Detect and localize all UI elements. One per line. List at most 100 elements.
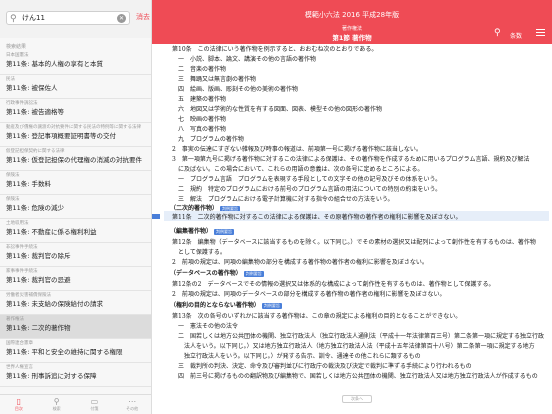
content-header: 著作権法 第1節 著作物 ⚲ 条数	[152, 22, 552, 44]
list-item-law: 行政事件訴訟法	[6, 101, 38, 106]
list-item-law: 仮登記担保契約に関する法律	[6, 149, 65, 154]
list-item-law: 家事事件手続法	[6, 269, 38, 274]
tab-label: 付箋	[90, 406, 99, 411]
list-item-law: 世界人権宣言	[6, 365, 33, 370]
list-item-section: 第11条: 被告適格等	[6, 108, 65, 116]
list-item[interactable]: 日本国憲法 第11条: 基本的人権の享有と本質	[0, 51, 151, 75]
app-title: 模範小六法 2016 平成28年版	[304, 11, 400, 19]
tab-label: その他	[126, 406, 139, 411]
list-item-section: 第11条: 手数料	[6, 180, 52, 188]
article-content: 第10条 この法律にいう著作物を例示すると、おおむね次のとおりである。 一 小説…	[152, 44, 552, 414]
search-icon[interactable]: ⚲	[494, 28, 501, 38]
sidebar-header: ⚲ けん11 ✕ 消去	[0, 0, 152, 38]
article-line: 第11条 二次的著作物に対するこの法律による保護は、その原著作物の著作者の権利に…	[172, 214, 462, 221]
article-line: 三 舞踊又は無言劇の著作物	[178, 76, 257, 83]
article-line: 2 前項の規定は、同項の編集物の部分を構成する著作物の著作者の権利に影響を及ぼさ…	[172, 259, 428, 266]
list-item[interactable]: 非訟事件手続法 第11条: 裁判官の除斥	[0, 243, 151, 267]
list-item[interactable]: 保険法 第11条: 手数料	[0, 171, 151, 195]
article-heading: （データベースの著作物） 判例要旨	[170, 270, 264, 278]
list-item-selected[interactable]: 著作権法 第11条: 二次的著作物	[0, 315, 151, 339]
article-line: 二 国若しくは地方公共団体の機関、独立行政法人（独立行政法人通則法（平成十一年法…	[178, 333, 545, 340]
list-item-section: 第11条: 二次的著作物	[6, 324, 71, 332]
article-line: 四 絵画、版画、彫刻その他の美術の著作物	[178, 86, 299, 93]
article-line: 六 地図又は学術的な性質を有する図面、図表、模型その他の図形の著作物	[178, 106, 383, 113]
article-line: 第12条 編集物（データベースに該当するものを除く。以下同じ。）でその素材の選択…	[172, 239, 536, 246]
article-line: 3 第一項第九号に掲げる著作物に対するこの法律による保護は、その著作物を作成する…	[172, 156, 530, 163]
tab-bookmarks[interactable]: ▭ 付箋	[76, 395, 114, 414]
next-article-button[interactable]: 次条へ	[342, 395, 372, 403]
jo-button[interactable]: 条数	[510, 31, 522, 40]
article-line: 七 映画の著作物	[178, 116, 227, 123]
list-item-section: 第11条: 裁判官の除斥	[6, 252, 71, 260]
tab-more[interactable]: ⋯ その他	[113, 395, 151, 414]
list-item[interactable]: 民法 第11条: 被保佐人	[0, 75, 151, 99]
article-line: 第12条の2 データベースでその情報の選択又は体系的な構成によって創作性を有する…	[172, 281, 495, 288]
list-item-section: 第11条: 未支給の保険給付の請求	[6, 300, 104, 308]
search-icon: ⚲	[53, 397, 60, 406]
list-item-section: 第11条: 危険の減少	[6, 204, 65, 212]
case-summary-tag[interactable]: 判例要旨	[261, 302, 282, 309]
search-icon: ⚲	[10, 14, 17, 24]
heading-text: （データベースの著作物）	[170, 270, 242, 277]
list-item-section: 第11条: 裁判官の忌避	[6, 276, 71, 284]
more-icon: ⋯	[128, 397, 137, 406]
article-line: 2 事実の伝達にすぎない雑報及び時事の報道は、前項第一号に掲げる著作物に該当しな…	[172, 146, 422, 153]
tab-search[interactable]: ⚲ 検索	[38, 395, 76, 414]
list-item-law: 国際連合憲章	[6, 341, 33, 346]
current-article-marker	[152, 214, 160, 219]
article-line: 第13条 次の各号のいずれかに該当する著作物は、この章の規定による権利の目的とな…	[172, 313, 462, 320]
list-item-law: 労働者災害補償保険法	[6, 293, 51, 298]
list-item-law: 非訟事件手続法	[6, 245, 38, 250]
list-item[interactable]: 国際連合憲章 第11条: 平和と安全の維持に関する権限	[0, 339, 151, 363]
clear-icon[interactable]: ✕	[117, 14, 126, 23]
article-line: 八 写真の著作物	[178, 126, 227, 133]
list-item[interactable]: 行政事件訴訟法 第11条: 被告適格等	[0, 99, 151, 123]
list-item[interactable]: 労働者災害補償保険法 第11条: 未支給の保険給付の請求	[0, 291, 151, 315]
law-name: 著作権法	[341, 26, 362, 32]
list-item[interactable]: 保険法 第11条: 危険の減少	[0, 195, 151, 219]
article-line: 第10条 この法律にいう著作物を例示すると、おおむね次のとおりである。	[172, 46, 378, 53]
article-line: 一 小説、脚本、論文、講演その他の言語の著作物	[178, 56, 317, 63]
list-item[interactable]: 家事事件手続法 第11条: 裁判官の忌避	[0, 267, 151, 291]
list-item-section: 第11条: 仮登記担保の代理権の消滅の対抗要件	[6, 156, 143, 164]
article-line: 二 規約 特定のプログラムにおける前号のプログラム言語の用法についての特別の約束…	[178, 186, 442, 193]
article-line: 五 建築の著作物	[178, 96, 227, 103]
article-line: 四 前三号に掲げるものの翻訳物及び編集物で、国若しくは地方公共団体の機関、独立行…	[178, 373, 538, 380]
list-item-law: 著作権法	[6, 317, 24, 322]
tab-bar: ▯ 目次 ⚲ 検索 ▭ 付箋 ⋯ その他	[0, 394, 152, 414]
list-item-law: 土地収用法	[6, 221, 29, 226]
heading-text: （権利の目的とならない著作物）	[170, 302, 260, 309]
case-summary-tag[interactable]: 判例要旨	[214, 228, 235, 235]
article-heading: （編集著作物） 判例要旨	[170, 228, 235, 236]
search-results-list: 検索結果 日本国憲法 第11条: 基本的人権の享有と本質 民法 第11条: 被保…	[0, 38, 152, 394]
article-line: 一 憲法その他の法令	[178, 323, 239, 330]
article-line: 2 前項の規定は、同項のデータベースの部分を構成する著作物の著作者の権利に影響を…	[172, 291, 446, 298]
cancel-button[interactable]: 消去	[136, 12, 150, 22]
list-item[interactable]: 仮登記担保契約に関する法律 第11条: 仮登記担保の代理権の消滅の対抗要件	[0, 147, 151, 171]
list-item-law: 保険法	[6, 197, 20, 202]
list-item-law: 日本国憲法	[6, 53, 29, 58]
list-item[interactable]: 動産及び債権の譲渡の対抗要件に関する民法の特例等に関する法律 第11条: 登記事…	[0, 123, 151, 147]
search-input[interactable]: ⚲ けん11 ✕	[6, 11, 130, 25]
article-line: 九 プログラムの著作物	[178, 136, 244, 143]
article-line: 二 音楽の著作物	[178, 66, 227, 73]
list-item-law: 動産及び債権の譲渡の対抗要件に関する民法の特例等に関する法律	[6, 125, 141, 130]
article-line: に及ばない。この場合において、これらの用語の意義は、次の各号に定めるところによる…	[178, 166, 424, 173]
list-item-section: 第11条: 刑事訴追に対する保障	[6, 372, 97, 380]
search-value: けん11	[22, 14, 45, 22]
article-line: 三 解法 プログラムにおける電子計算機に対する指令の組合せの方法をいう。	[178, 196, 394, 203]
list-item[interactable]: 土地収用法 第11条: 不動産に係る権利利益	[0, 219, 151, 243]
list-item[interactable]: 世界人権宣言 第11条: 刑事訴追に対する保障	[0, 363, 151, 387]
case-summary-tag[interactable]: 判例要旨	[243, 270, 264, 277]
list-item-section: 第11条: 登記事項概要証明書等の交付	[6, 132, 117, 140]
section-name: 第1節 著作物	[332, 34, 372, 42]
tab-label: 検索	[52, 406, 61, 411]
list-item-section: 第11条: 基本的人権の享有と本質	[6, 60, 104, 68]
tab-contents[interactable]: ▯ 目次	[0, 395, 38, 414]
menu-icon[interactable]	[536, 27, 545, 37]
list-item-section: 第11条: 不動産に係る権利利益	[6, 228, 97, 236]
tab-label: 目次	[14, 406, 23, 411]
article-heading: （権利の目的とならない著作物） 判例要旨	[170, 302, 282, 310]
article-line: として保護する。	[178, 249, 226, 256]
article-line: 独立行政法人をいう。以下同じ。）が発する告示、訓令、通達その他これらに類するもの	[184, 353, 421, 360]
